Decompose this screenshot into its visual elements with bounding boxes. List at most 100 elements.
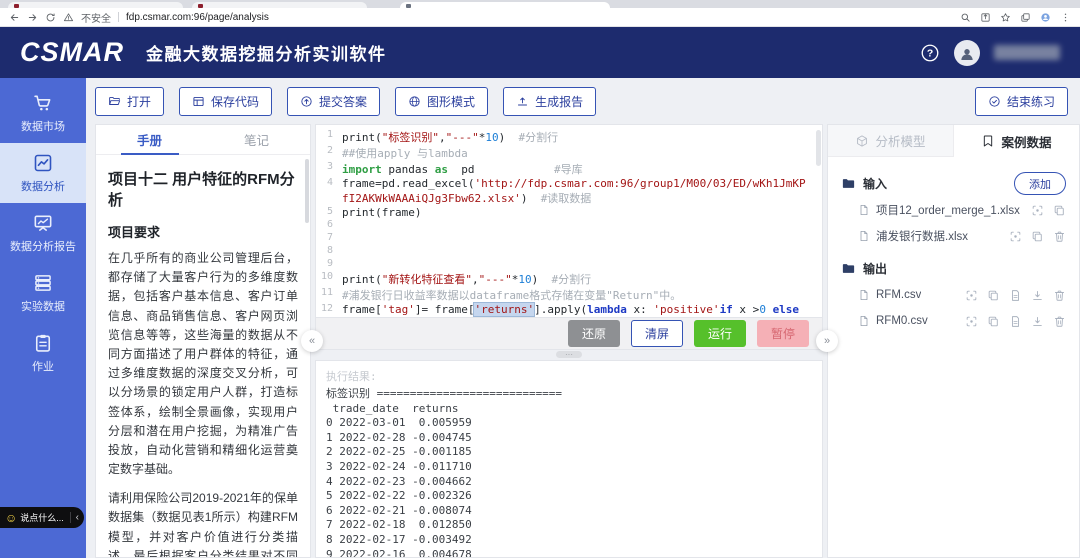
manual-panel: 手册笔记 项目十二 用户特征的RFM分析 项目要求 在几乎所有的商业公司管理后台…	[95, 124, 311, 558]
sidebar-item-1[interactable]: 数据分析	[0, 143, 86, 203]
reload-icon[interactable]	[45, 12, 56, 23]
preview-icon[interactable]	[1009, 230, 1022, 243]
code-line[interactable]: 5 print(frame)	[316, 206, 822, 219]
section-header: 输入 添加	[841, 170, 1066, 197]
line-number: 1	[316, 129, 342, 145]
file-row[interactable]: 项目12_order_merge_1.xlsx	[841, 197, 1066, 223]
save-icon	[192, 95, 205, 108]
submit-answer-button[interactable]: 提交答案	[287, 87, 380, 116]
globe-icon	[408, 95, 421, 108]
zoom-icon[interactable]	[960, 12, 971, 23]
manual-tab-0[interactable]: 手册	[96, 125, 203, 154]
cube-icon	[855, 134, 869, 148]
preview-icon[interactable]	[1031, 204, 1044, 217]
export-icon[interactable]	[1009, 289, 1022, 302]
add-button[interactable]: 添加	[1014, 172, 1066, 195]
code-line[interactable]: 4 frame=pd.read_excel('http://fdp.csmar.…	[316, 177, 822, 206]
code-line[interactable]: 10 print("新转化特征查看","---"*10) #分割行	[316, 271, 822, 287]
code-line[interactable]: 2 ##使用apply 与lambda	[316, 145, 822, 161]
copy-icon[interactable]	[1031, 230, 1044, 243]
line-number: 2	[316, 145, 342, 161]
bookmark-star-icon[interactable]	[1000, 12, 1011, 23]
line-number: 9	[316, 258, 342, 271]
sidebar-item-label: 数据分析报告	[10, 238, 76, 254]
code-line[interactable]: 7	[316, 232, 822, 245]
sidebar-nav: 数据市场 数据分析 数据分析报告 实验数据 作业	[0, 83, 86, 383]
graph-mode-button[interactable]: 图形模式	[395, 87, 488, 116]
download-icon[interactable]	[1031, 289, 1044, 302]
code-line[interactable]: 6	[316, 219, 822, 232]
code-line[interactable]: 9	[316, 258, 822, 271]
copy-icon[interactable]	[1053, 204, 1066, 217]
submit-answer-label: 提交答案	[319, 93, 367, 110]
generate-report-button[interactable]: 生成报告	[503, 87, 596, 116]
copy-icon[interactable]	[987, 289, 1000, 302]
open-button[interactable]: 打开	[95, 87, 164, 116]
sidebar-item-2[interactable]: 数据分析报告	[0, 203, 86, 263]
tab-stack-icon[interactable]	[1020, 12, 1031, 23]
end-practice-label: 结束练习	[1007, 93, 1055, 110]
chat-collapse-icon[interactable]: ‹	[70, 512, 79, 523]
clear-screen-button[interactable]: 清屏	[631, 320, 683, 347]
download-icon[interactable]	[1031, 315, 1044, 328]
delete-icon[interactable]	[1053, 230, 1066, 243]
delete-icon[interactable]	[1053, 289, 1066, 302]
file-section-0: 输入 添加 项目12_order_merge_1.xlsx 浦发银行数据.xls…	[841, 170, 1066, 249]
sidebar-item-label: 实验数据	[21, 298, 65, 314]
code-line[interactable]: 8	[316, 245, 822, 258]
code-line[interactable]: 3 import pandas as pd #导库	[316, 161, 822, 177]
right-tab-1[interactable]: 案例数据	[954, 125, 1079, 157]
chat-widget[interactable]: ☺ 说点什么... ‹	[0, 507, 84, 528]
manual-scrollbar[interactable]	[305, 159, 309, 223]
manual-tab-1[interactable]: 笔记	[203, 125, 310, 154]
line-number: 6	[316, 219, 342, 232]
profile-icon[interactable]	[1040, 12, 1051, 23]
share-icon[interactable]	[980, 12, 991, 23]
cart-icon	[33, 93, 53, 113]
export-icon[interactable]	[1009, 315, 1022, 328]
line-number: 12	[316, 303, 342, 318]
preview-icon[interactable]	[965, 315, 978, 328]
help-icon[interactable]: ?	[920, 43, 940, 63]
pause-button[interactable]: 暂停	[757, 320, 809, 347]
analysis-icon	[33, 153, 53, 173]
collapse-right-icon[interactable]: »	[816, 330, 838, 352]
manual-tabs: 手册笔记	[96, 125, 310, 155]
line-number: 4	[316, 177, 342, 206]
open-button-label: 打开	[127, 93, 151, 110]
url-text[interactable]: fdp.csmar.com:96/page/analysis	[126, 12, 269, 23]
file-row[interactable]: RFM0.csv	[841, 308, 1066, 334]
save-code-button[interactable]: 保存代码	[179, 87, 272, 116]
code-editor[interactable]: 1 print("标签识别","---"*10) #分割行 2 ##使用appl…	[315, 124, 823, 318]
browser-address-bar: 不安全 fdp.csmar.com:96/page/analysis	[0, 8, 1080, 27]
copy-icon[interactable]	[987, 315, 1000, 328]
security-label[interactable]: 不安全	[81, 10, 111, 25]
file-row[interactable]: RFM.csv	[841, 282, 1066, 308]
file-name: RFM.csv	[876, 289, 921, 301]
code-line[interactable]: 12 frame['tag']= frame['returns'].apply(…	[316, 303, 822, 318]
doc-icon	[858, 315, 870, 327]
sidebar-item-4[interactable]: 作业	[0, 323, 86, 383]
delete-icon[interactable]	[1053, 315, 1066, 328]
sidebar-item-3[interactable]: 实验数据	[0, 263, 86, 323]
run-button[interactable]: 运行	[694, 320, 746, 347]
forward-icon[interactable]	[27, 12, 38, 23]
end-practice-button[interactable]: 结束练习	[975, 87, 1068, 116]
line-number: 5	[316, 206, 342, 219]
restore-button[interactable]: 还原	[568, 320, 620, 347]
preview-icon[interactable]	[965, 289, 978, 302]
sidebar-item-label: 数据分析	[21, 178, 65, 194]
file-row[interactable]: 浦发银行数据.xlsx	[841, 223, 1066, 249]
project-paragraph-1: 在几乎所有的商业公司管理后台，都存储了大量客户行为的多维度数据，包括客户基本信息…	[108, 249, 298, 479]
menu-dots-icon[interactable]	[1060, 12, 1071, 23]
panel-drag-handle[interactable]: ···	[556, 351, 582, 358]
avatar[interactable]	[954, 40, 980, 66]
back-icon[interactable]	[9, 12, 20, 23]
code-scrollbar[interactable]	[816, 130, 821, 166]
collapse-left-icon[interactable]: «	[301, 330, 323, 352]
code-line[interactable]: 1 print("标签识别","---"*10) #分割行	[316, 129, 822, 145]
right-tab-0[interactable]: 分析模型	[828, 125, 954, 157]
sidebar-item-0[interactable]: 数据市场	[0, 83, 86, 143]
code-line[interactable]: 11 #浦发银行日收益率数据以dataframe格式存储在变量"Return"中…	[316, 287, 822, 303]
upload-arrow-icon	[516, 95, 529, 108]
